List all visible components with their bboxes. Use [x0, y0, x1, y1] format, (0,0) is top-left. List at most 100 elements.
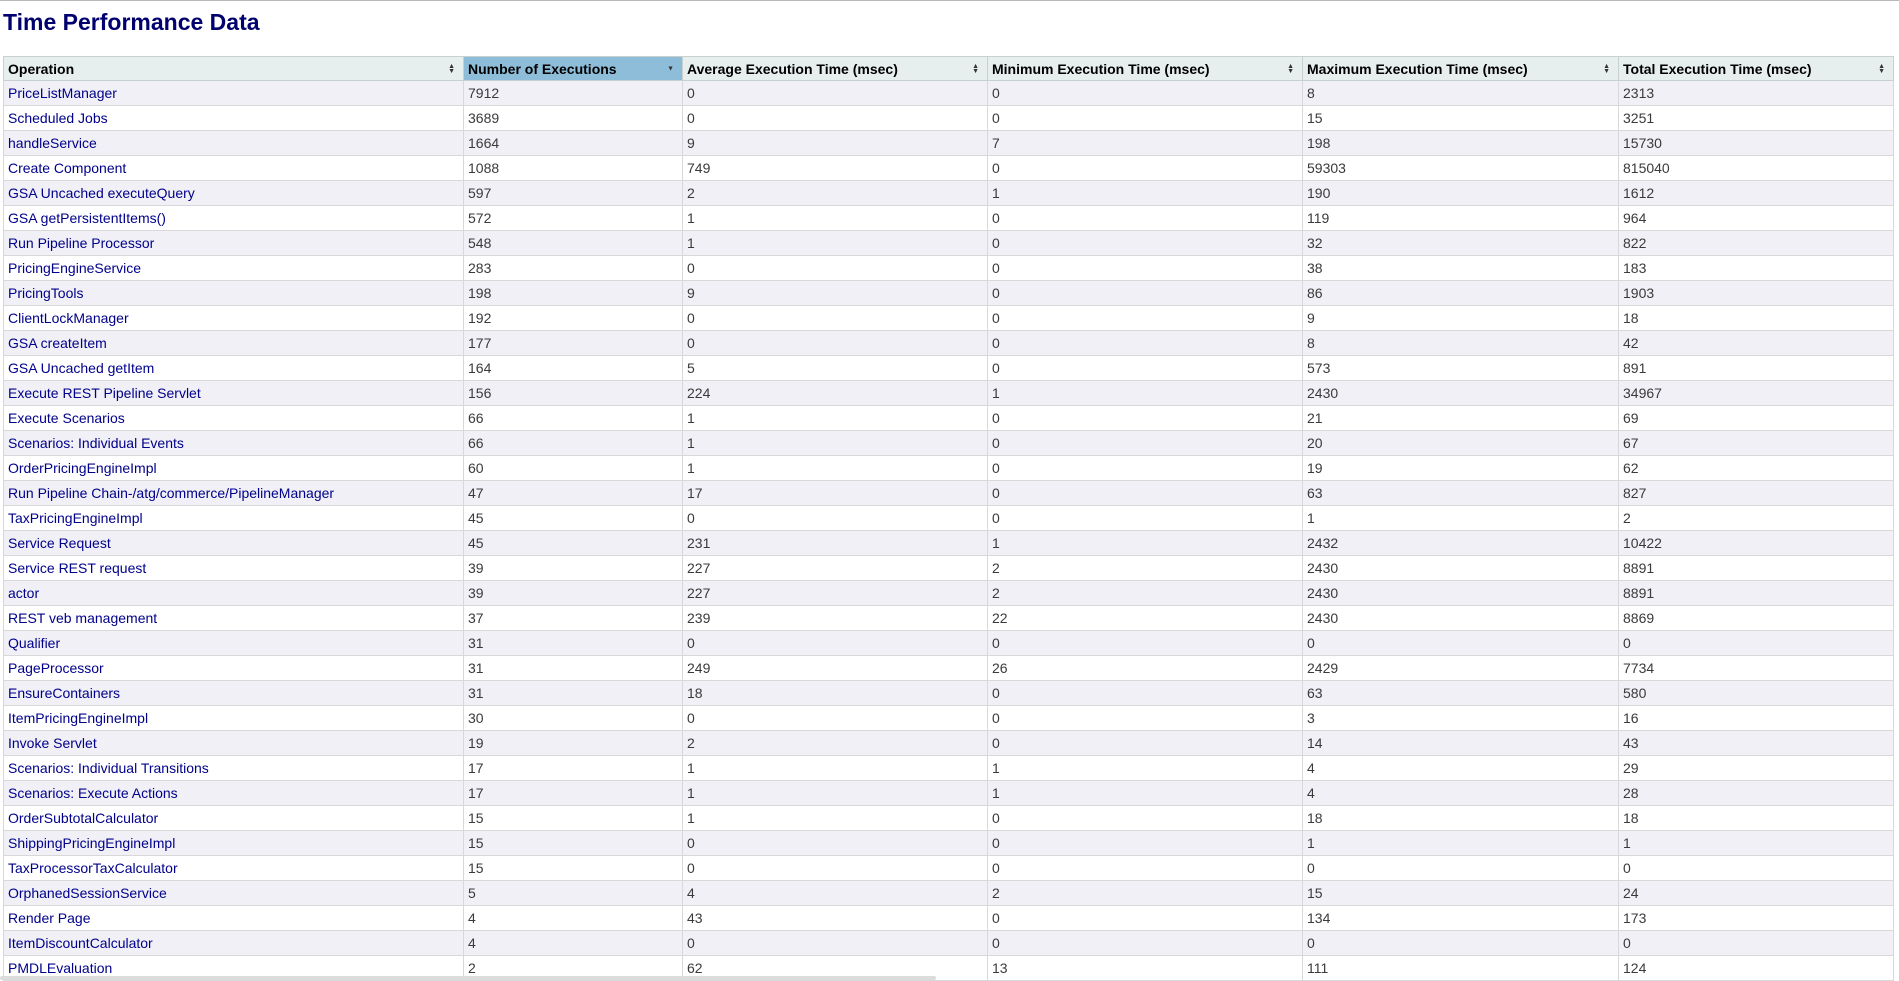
operation-cell: Execute REST Pipeline Servlet [3, 380, 464, 406]
column-header-minimum-execution-time[interactable]: Minimum Execution Time (msec) ▲ ▼ [987, 56, 1303, 81]
column-header-average-execution-time[interactable]: Average Execution Time (msec) ▲ ▼ [682, 56, 988, 81]
average-execution-time-cell: 9 [682, 280, 988, 306]
operation-link[interactable]: REST veb management [8, 610, 157, 626]
operation-link[interactable]: TaxProcessorTaxCalculator [8, 860, 178, 876]
operation-link[interactable]: OrderPricingEngineImpl [8, 460, 157, 476]
minimum-execution-time-cell: 1 [987, 780, 1303, 806]
maximum-execution-time-cell: 198 [1302, 130, 1619, 156]
operation-link[interactable]: GSA Uncached getItem [8, 360, 154, 376]
operation-link[interactable]: PageProcessor [8, 660, 104, 676]
column-header-number-of-executions[interactable]: Number of Executions ▼ [463, 56, 683, 81]
number-of-executions-cell: 597 [463, 180, 683, 206]
number-of-executions-cell: 47 [463, 480, 683, 506]
table-row: Render Page 4 43 0 134 173 [3, 905, 1894, 931]
column-header-operation[interactable]: Operation ▲ ▼ [3, 56, 464, 81]
table-row: Scenarios: Individual Events 66 1 0 20 67 [3, 430, 1894, 456]
number-of-executions-cell: 17 [463, 755, 683, 781]
operation-link[interactable]: Invoke Servlet [8, 735, 97, 751]
table-row: PricingEngineService 283 0 0 38 183 [3, 255, 1894, 281]
minimum-execution-time-cell: 1 [987, 180, 1303, 206]
operation-link[interactable]: PMDLEvaluation [8, 960, 112, 976]
average-execution-time-cell: 227 [682, 555, 988, 581]
operation-link[interactable]: GSA Uncached executeQuery [8, 185, 195, 201]
operation-link[interactable]: Qualifier [8, 635, 60, 651]
operation-link[interactable]: TaxPricingEngineImpl [8, 510, 143, 526]
maximum-execution-time-cell: 0 [1302, 855, 1619, 881]
average-execution-time-cell: 2 [682, 180, 988, 206]
number-of-executions-cell: 39 [463, 555, 683, 581]
average-execution-time-cell: 0 [682, 330, 988, 356]
operation-link[interactable]: Scenarios: Execute Actions [8, 785, 178, 801]
column-header-label: Maximum Execution Time (msec) [1307, 60, 1528, 77]
number-of-executions-cell: 283 [463, 255, 683, 281]
operation-link[interactable]: Scenarios: Individual Transitions [8, 760, 209, 776]
operation-link[interactable]: ItemPricingEngineImpl [8, 710, 148, 726]
maximum-execution-time-cell: 59303 [1302, 155, 1619, 181]
operation-link[interactable]: Run Pipeline Processor [8, 235, 154, 251]
operation-link[interactable]: PricingEngineService [8, 260, 141, 276]
average-execution-time-cell: 5 [682, 355, 988, 381]
operation-link[interactable]: ItemDiscountCalculator [8, 935, 153, 951]
maximum-execution-time-cell: 2430 [1302, 605, 1619, 631]
minimum-execution-time-cell: 0 [987, 405, 1303, 431]
operation-link[interactable]: OrphanedSessionService [8, 885, 167, 901]
operation-link[interactable]: ClientLockManager [8, 310, 129, 326]
operation-link[interactable]: actor [8, 585, 39, 601]
operation-link[interactable]: Render Page [8, 910, 91, 926]
operation-link[interactable]: Execute REST Pipeline Servlet [8, 385, 201, 401]
column-header-maximum-execution-time[interactable]: Maximum Execution Time (msec) ▲ ▼ [1302, 56, 1619, 81]
total-execution-time-cell: 580 [1618, 680, 1894, 706]
operation-link[interactable]: ShippingPricingEngineImpl [8, 835, 175, 851]
operation-link[interactable]: Service REST request [8, 560, 146, 576]
table-row: REST veb management 37 239 22 2430 8869 [3, 605, 1894, 631]
minimum-execution-time-cell: 0 [987, 480, 1303, 506]
operation-cell: PricingEngineService [3, 255, 464, 281]
operation-link[interactable]: OrderSubtotalCalculator [8, 810, 158, 826]
minimum-execution-time-cell: 0 [987, 305, 1303, 331]
operation-link[interactable]: Scenarios: Individual Events [8, 435, 184, 451]
operation-link[interactable]: Service Request [8, 535, 111, 551]
operation-cell: ShippingPricingEngineImpl [3, 830, 464, 856]
number-of-executions-cell: 1664 [463, 130, 683, 156]
operation-link[interactable]: Run Pipeline Chain-/atg/commerce/Pipelin… [8, 485, 334, 501]
operation-cell: OrphanedSessionService [3, 880, 464, 906]
maximum-execution-time-cell: 4 [1302, 780, 1619, 806]
operation-cell: Scenarios: Individual Events [3, 430, 464, 456]
average-execution-time-cell: 4 [682, 880, 988, 906]
table-row: OrphanedSessionService 5 4 2 15 24 [3, 880, 1894, 906]
minimum-execution-time-cell: 1 [987, 755, 1303, 781]
maximum-execution-time-cell: 21 [1302, 405, 1619, 431]
sort-up-down-icon: ▲ ▼ [972, 62, 979, 75]
number-of-executions-cell: 198 [463, 280, 683, 306]
number-of-executions-cell: 5 [463, 880, 683, 906]
average-execution-time-cell: 0 [682, 630, 988, 656]
average-execution-time-cell: 9 [682, 130, 988, 156]
column-header-total-execution-time[interactable]: Total Execution Time (msec) ▲ ▼ [1618, 56, 1894, 81]
operation-cell: Service REST request [3, 555, 464, 581]
operation-link[interactable]: PricingTools [8, 285, 83, 301]
operation-link[interactable]: GSA getPersistentItems() [8, 210, 166, 226]
operation-link[interactable]: Execute Scenarios [8, 410, 125, 426]
operation-link[interactable]: EnsureContainers [8, 685, 120, 701]
operation-link[interactable]: GSA createItem [8, 335, 107, 351]
operation-link[interactable]: Create Component [8, 160, 126, 176]
operation-link[interactable]: PriceListManager [8, 85, 117, 101]
operation-link[interactable]: Scheduled Jobs [8, 110, 108, 126]
minimum-execution-time-cell: 13 [987, 955, 1303, 981]
column-header-label: Minimum Execution Time (msec) [992, 60, 1210, 77]
horizontal-scrollbar[interactable] [0, 976, 936, 980]
maximum-execution-time-cell: 134 [1302, 905, 1619, 931]
total-execution-time-cell: 891 [1618, 355, 1894, 381]
total-execution-time-cell: 62 [1618, 455, 1894, 481]
operation-link[interactable]: handleService [8, 135, 97, 151]
table-row: Execute Scenarios 66 1 0 21 69 [3, 405, 1894, 431]
table-row: Run Pipeline Processor 548 1 0 32 822 [3, 230, 1894, 256]
header-row: Operation ▲ ▼ Number of Executions ▼ Average … [3, 56, 1894, 81]
operation-cell: Scenarios: Individual Transitions [3, 755, 464, 781]
table-row: Scenarios: Individual Transitions 17 1 1 4 29 [3, 755, 1894, 781]
total-execution-time-cell: 67 [1618, 430, 1894, 456]
maximum-execution-time-cell: 19 [1302, 455, 1619, 481]
total-execution-time-cell: 822 [1618, 230, 1894, 256]
table-row: handleService 1664 9 7 198 15730 [3, 130, 1894, 156]
number-of-executions-cell: 572 [463, 205, 683, 231]
